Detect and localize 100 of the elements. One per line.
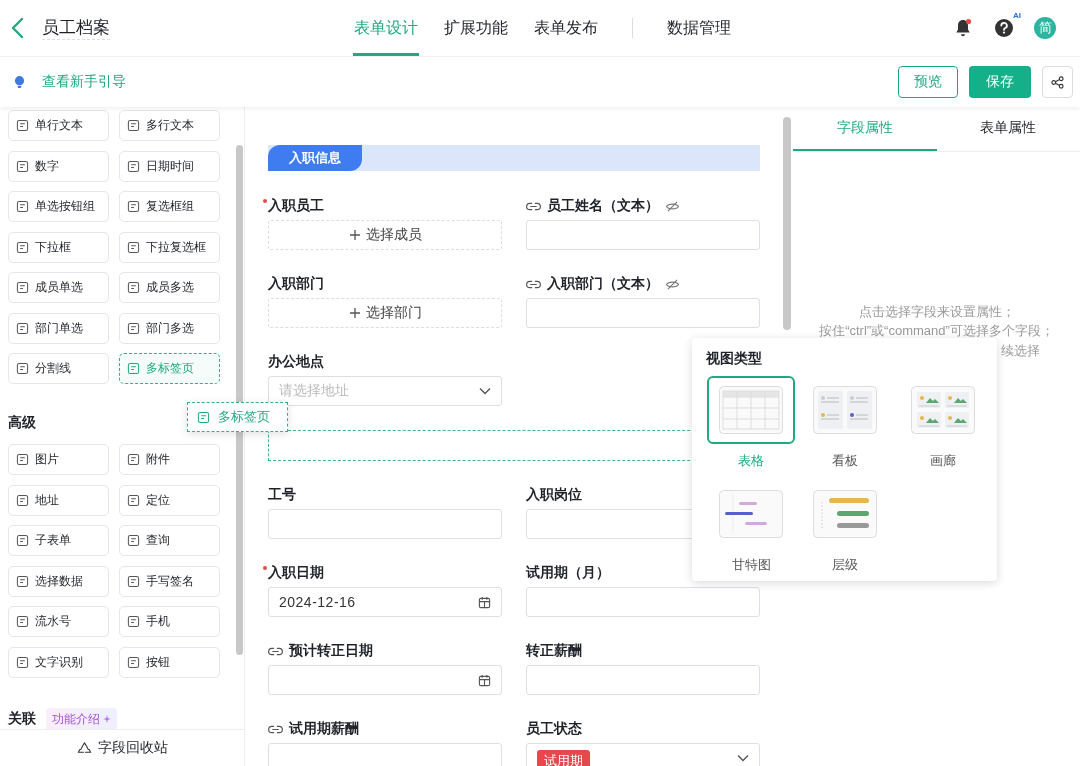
field-type-icon [127,119,140,132]
field-type-icon [127,240,140,254]
table-view-icon [719,386,783,434]
field-type-item[interactable]: 复选框组 [119,191,220,222]
view-type-label: 甘特图 [731,556,771,574]
page-title: 员工档案 [42,16,110,40]
share-button[interactable] [1042,66,1073,98]
field-type-item[interactable]: 子表单 [8,525,109,556]
field-label: 入职部门（文本） [547,275,659,293]
field-type-item[interactable]: 成员多选 [119,272,220,303]
field-label: 员工状态 [526,720,582,738]
field-type-item[interactable]: 按钮 [119,646,220,678]
field-type-icon [16,362,29,375]
help-icon[interactable] [994,18,1014,38]
field-type-item[interactable]: 选择数据 [8,565,109,597]
header-tab[interactable]: 扩展功能 [443,0,509,56]
plus-icon [348,307,361,319]
field-type-icon [127,655,140,669]
header-tab[interactable]: 表单发布 [533,0,599,56]
field-type-icon [127,321,140,335]
field-type-item[interactable]: 单行文本 [8,110,109,141]
chevron-down-icon [737,754,749,762]
field-label: 工号 [268,486,296,504]
field-type-item[interactable]: 手写签名 [119,565,220,597]
field-type-icon [127,534,140,547]
kanban-view-icon [813,386,877,434]
field-type-icon [127,453,140,466]
field-type-icon [16,574,29,588]
input-field[interactable] [526,298,760,328]
select-field[interactable]: 试用期 [526,743,760,766]
recycle-bin-button[interactable]: 字段回收站 [0,729,244,766]
field-type-item[interactable]: 图片 [8,444,109,475]
field-label: 员工姓名（文本） [547,197,659,215]
section-heading: 高级 [8,414,36,432]
back-icon[interactable] [10,17,24,39]
input-field[interactable] [526,220,760,250]
ai-label: AI [1013,11,1021,20]
field-type-item[interactable]: 流水号 [8,606,109,637]
field-label: 办公地点 [268,353,324,371]
field-type-item[interactable]: 下拉复选框 [119,231,220,263]
hint-text: 按住“ctrl”或“command”可选择多个字段； [819,322,1054,340]
field-type-item[interactable]: 手机 [119,606,220,637]
calendar-icon [478,595,491,609]
field-type-icon [16,655,29,669]
date-field[interactable] [268,665,502,695]
input-field[interactable] [526,587,760,617]
section-tab[interactable]: 入职信息 [268,145,362,171]
field-type-icon [127,362,140,375]
field-label: 试用期（月） [526,564,610,582]
field-type-icon [16,240,29,254]
input-field[interactable] [268,743,502,766]
field-type-icon [16,453,29,466]
picker-field[interactable]: 选择成员 [268,220,502,250]
field-type-item[interactable]: 文字识别 [8,646,109,678]
picker-field[interactable]: 选择部门 [268,298,502,328]
view-type-label: 层级 [832,556,858,574]
input-field[interactable] [268,509,502,539]
sparkle-icon [103,715,111,723]
field-type-icon [197,410,210,424]
field-type-item[interactable]: 日期时间 [119,150,220,182]
field-type-item[interactable]: 数字 [8,150,109,182]
chevron-down-icon [479,387,491,395]
scrollbar[interactable] [783,117,791,330]
share-icon [1051,75,1064,89]
field-type-item[interactable]: 下拉框 [8,231,109,263]
properties-tab[interactable]: 表单属性 [936,107,1080,151]
hint-text: 点击选择字段来设置属性； [858,303,1015,321]
field-label: 转正薪酬 [526,642,582,660]
input-field[interactable] [526,665,760,695]
field-type-icon [16,493,29,507]
field-label: 入职日期 [268,564,324,582]
field-type-icon [127,159,140,173]
view-type-label: 看板 [832,452,858,470]
field-type-item[interactable]: 单选按钮组 [8,191,109,222]
field-type-item[interactable]: 部门多选 [119,312,220,344]
feature-intro-badge[interactable]: 功能介绍 [46,707,117,729]
field-type-icon [127,281,140,294]
view-type-option[interactable] [707,376,795,444]
field-type-item[interactable]: 分割线 [8,353,109,384]
view-type-label: 画廊 [930,452,956,470]
plus-icon [348,229,361,241]
field-label: 试用期薪酬 [289,720,359,738]
header-tab[interactable]: 数据管理 [666,0,732,56]
field-type-icon [127,493,140,507]
field-type-icon [16,119,29,132]
field-type-item[interactable]: 多行文本 [119,110,220,141]
field-type-item[interactable]: 部门单选 [8,312,109,344]
field-type-item[interactable]: 地址 [8,484,109,516]
field-label: 入职员工 [268,197,324,215]
field-type-item[interactable]: 定位 [119,484,220,516]
field-type-icon [16,159,29,173]
field-type-item[interactable]: 成员单选 [8,272,109,303]
field-label: 预计转正日期 [289,642,373,660]
hint-text: 续选择 [1001,342,1040,360]
field-type-item[interactable]: 查询 [119,525,220,556]
field-type-icon [16,615,29,628]
date-field[interactable]: 2024-12-16 [268,587,502,617]
gantt-view-icon [719,490,783,538]
field-type-icon [16,321,29,335]
field-type-item[interactable]: 附件 [119,444,220,475]
